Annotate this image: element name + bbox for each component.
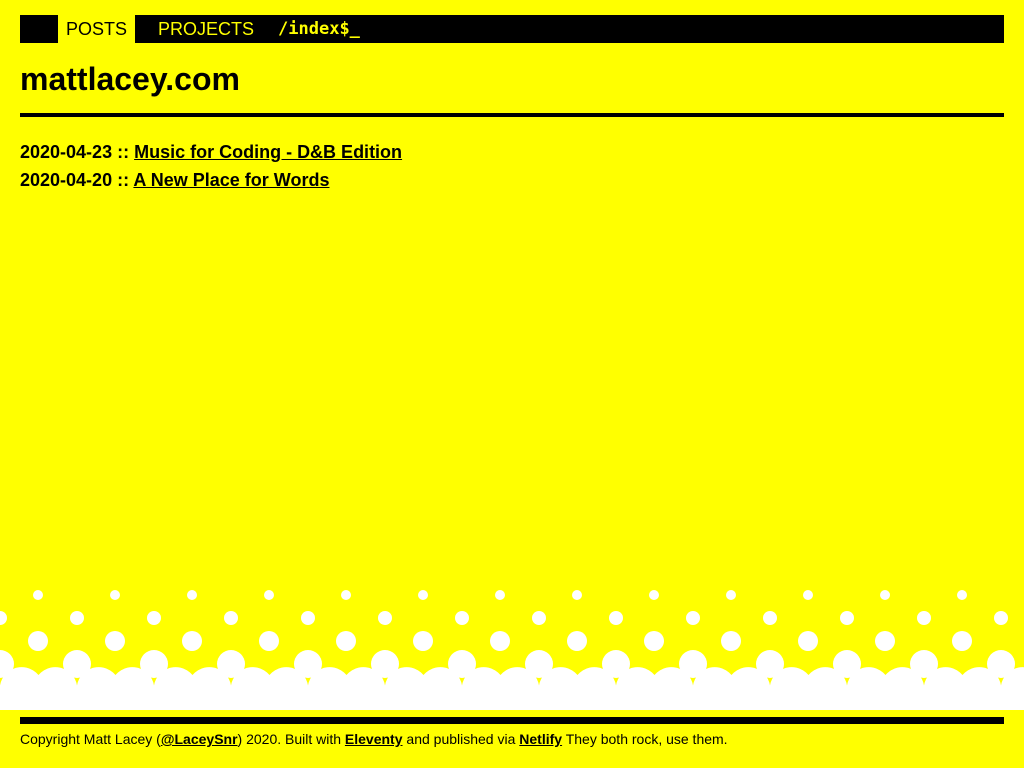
top-nav: POSTS PROJECTS /index$_ [20,15,1004,43]
decor-dot [28,631,48,651]
decor-dot [840,611,854,625]
post-separator: :: [112,142,135,162]
decor-dot [721,631,741,651]
footer-netlify-link[interactable]: Netlify [519,731,562,747]
post-link[interactable]: A New Place for Words [133,170,329,190]
decor-dot [187,590,197,600]
footer-divider [20,717,1004,724]
footer-eleventy-link[interactable]: Eleventy [345,731,403,747]
decor-dot [490,631,510,651]
post-date: 2020-04-20 [20,170,113,190]
decor-dot [147,611,161,625]
decor-dot [763,611,777,625]
decor-dot [726,590,736,600]
decor-dot [224,611,238,625]
decor-dot [264,590,274,600]
decor-dot [341,590,351,600]
decor-dot [33,590,43,600]
decor-dot [649,590,659,600]
site-title: mattlacey.com [20,61,240,97]
decor-dot [994,611,1008,625]
decor-dot [875,631,895,651]
decor-dot [880,590,890,600]
post-separator: :: [112,170,134,190]
decor-dot [259,631,279,651]
decor-dot [532,611,546,625]
decor-dot [609,611,623,625]
decor-dot [413,631,433,651]
decor-dot [572,590,582,600]
decor-dot [567,631,587,651]
decor-dot [455,611,469,625]
decor-dot [301,611,315,625]
footer-copyright-prefix: Copyright Matt Lacey ( [20,731,161,747]
footer-text: They both rock, use them. [562,731,728,747]
footer-text: ) 2020. Built with [237,731,345,747]
title-divider [20,113,1004,117]
nav-projects-link[interactable]: PROJECTS [158,15,254,43]
post-list: 2020-04-23 :: Music for Coding - D&B Edi… [20,141,402,197]
decor-dot [644,631,664,651]
decor-dot [70,611,84,625]
footer-text: and published via [402,731,520,747]
decor-dot [952,631,972,651]
decor-dot [182,631,202,651]
decor-dot [378,611,392,625]
decor-dot [495,590,505,600]
footer: Copyright Matt Lacey (@LaceySnr) 2020. B… [20,731,728,747]
footer-twitter-link[interactable]: @LaceySnr [161,731,238,747]
post-link[interactable]: Music for Coding - D&B Edition [134,142,402,162]
decor-dot [105,631,125,651]
terminal-path: /index$_ [278,19,360,39]
decor-dot [957,590,967,600]
decor-dot [110,590,120,600]
nav-posts-link[interactable]: POSTS [58,15,136,43]
dot-wave-decoration [0,590,1024,710]
post-item: 2020-04-23 :: Music for Coding - D&B Edi… [20,141,402,169]
decor-dot [336,631,356,651]
decor-dot [798,631,818,651]
decor-dot [0,611,7,625]
decor-dot [686,611,700,625]
post-item: 2020-04-20 :: A New Place for Words [20,169,402,197]
decor-dot [803,590,813,600]
nav-block [20,15,58,43]
decor-dot [418,590,428,600]
post-date: 2020-04-23 [20,142,113,162]
decor-dot [917,611,931,625]
